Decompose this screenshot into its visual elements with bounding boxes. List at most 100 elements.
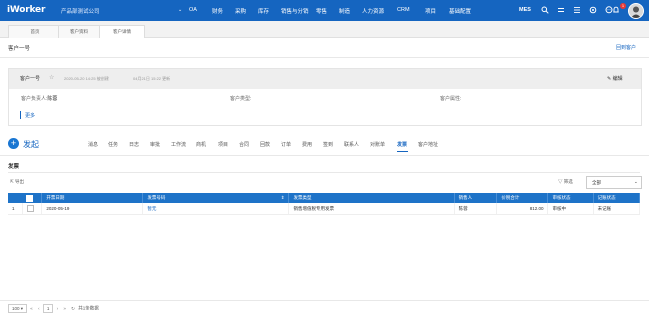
tab-customer-list[interactable]: 客户资料	[58, 25, 100, 38]
subtab-opportunity[interactable]: 商机	[196, 141, 206, 148]
filter-label: 筛选	[563, 179, 573, 184]
export-label: 导出	[15, 179, 25, 184]
add-button[interactable]: +	[8, 138, 19, 149]
header-index	[8, 193, 22, 203]
nav-item-sales[interactable]: 销售与分销	[281, 7, 316, 15]
tab-home[interactable]: 首页	[8, 25, 62, 38]
nav-item-purchase[interactable]: 采购	[235, 7, 258, 15]
edit-button[interactable]: ✎ 编辑	[607, 75, 623, 82]
header-date[interactable]: 开票日期	[41, 193, 144, 203]
row-checkbox[interactable]	[26, 205, 34, 212]
subtab-message[interactable]: 消息	[88, 141, 98, 148]
status-select[interactable]: 全部 ⌄	[586, 176, 642, 189]
pagination: 100 ▾ « ‹ 1 › » ↻ 共1条数据	[8, 304, 99, 313]
back-to-customers-link[interactable]: 回到客户	[616, 44, 636, 51]
filter-button[interactable]: ▽ 筛选	[558, 179, 573, 185]
app-logo[interactable]: iWorker	[7, 5, 45, 15]
section-title: 发票	[8, 164, 20, 170]
subtab-order[interactable]: 订单	[281, 141, 291, 148]
subtab-checkin[interactable]: 签到	[323, 141, 333, 148]
top-navigation-bar: iWorker 产品部测试公司 ⌄ OA 财务 采购 库存 销售与分销 零售 制…	[0, 0, 649, 21]
subtab-address[interactable]: 客户地址	[418, 141, 438, 148]
list-icon[interactable]	[573, 6, 581, 14]
chevron-down-icon: ⌄	[634, 179, 638, 184]
last-page-icon[interactable]: »	[63, 306, 66, 311]
header-audit[interactable]: 审核状态	[547, 193, 594, 203]
nav-item-oa[interactable]: OA	[189, 7, 212, 15]
edit-label: 编辑	[612, 76, 623, 82]
more-link[interactable]: 更多	[25, 112, 35, 119]
table-row[interactable]: 1 2020-05-19 暂无 销售增值税专用发票 陈蓉 812.00 审核中 …	[8, 203, 641, 215]
nav-item-project[interactable]: 项目	[425, 7, 449, 15]
subtab-log[interactable]: 日志	[129, 141, 139, 148]
page-size-select[interactable]: 100 ▾	[8, 304, 28, 313]
page-tab-strip: 首页 客户资料 客户详情	[0, 21, 649, 38]
subtab-payment[interactable]: 回款	[260, 141, 270, 148]
subtab-statement[interactable]: 对账单	[370, 141, 385, 148]
subtab-workflow[interactable]: 工作流	[171, 141, 186, 148]
footer-divider	[0, 300, 649, 301]
section-divider	[8, 172, 640, 173]
page-title: 客户一号	[8, 46, 31, 52]
page-number-input[interactable]: 1	[42, 304, 54, 313]
field-type-label: 客户类型:	[230, 96, 252, 102]
nav-item-finance[interactable]: 财务	[212, 7, 235, 15]
header-number[interactable]: 发票号码 ⇕	[142, 193, 290, 203]
company-name[interactable]: 产品部测试公司	[61, 7, 100, 15]
nav-item-retail[interactable]: 零售	[316, 7, 339, 15]
header-total[interactable]: 价税合计	[496, 193, 549, 203]
field-owner: 客户负责人:陈蓉	[21, 95, 57, 102]
export-button[interactable]: ⇱ 导出	[10, 179, 24, 185]
nav-item-base-config[interactable]: 基础配置	[449, 7, 481, 15]
menu-icon[interactable]	[557, 6, 565, 14]
field-owner-label: 客户负责人:	[21, 96, 48, 102]
subtab-contact[interactable]: 联系人	[344, 141, 359, 148]
subtab-invoice[interactable]: 发票	[397, 141, 407, 148]
user-avatar[interactable]	[628, 3, 644, 19]
table-header-row: 开票日期 发票号码 ⇕ 发票类型 销售人 价税合计 审核状态 记账状态	[8, 193, 641, 203]
notification-count-badge: 1	[620, 3, 626, 9]
more-indicator-bar	[20, 111, 21, 119]
refresh-icon[interactable]: ↻	[71, 306, 75, 312]
header-seller[interactable]: 销售人	[454, 193, 498, 203]
customer-name: 客户一号	[20, 76, 41, 82]
star-icon[interactable]: ☆	[49, 74, 54, 81]
field-attribute: 客户属性:	[440, 95, 461, 102]
subtab-expense[interactable]: 费用	[302, 141, 312, 148]
updated-timestamp: 04月21日 15:22 更新	[133, 76, 171, 81]
cell-number[interactable]: 暂无	[142, 203, 290, 215]
cell-type: 销售增值税专用发票	[288, 203, 455, 215]
company-dropdown-icon[interactable]: ⌄	[178, 7, 182, 13]
row-select[interactable]	[22, 203, 43, 215]
nav-item-inventory[interactable]: 库存	[258, 7, 281, 15]
subtab-task[interactable]: 任务	[108, 141, 118, 148]
header-select-all[interactable]	[22, 193, 43, 203]
cell-date: 2020-05-19	[41, 203, 144, 215]
select-all-checkbox[interactable]	[26, 194, 34, 202]
search-icon[interactable]	[541, 6, 549, 14]
cell-seller: 陈蓉	[454, 203, 498, 215]
subtab-approval[interactable]: 审批	[150, 141, 160, 148]
sort-icon[interactable]: ⇕	[281, 195, 285, 201]
nav-item-manufacturing[interactable]: 制造	[339, 7, 362, 15]
header-number-label: 发票号码	[147, 195, 166, 200]
status-select-value: 全部	[592, 180, 601, 185]
prev-page-icon[interactable]: ‹	[38, 306, 40, 311]
nav-item-hr[interactable]: 人力资源	[362, 7, 397, 15]
nav-item-crm[interactable]: CRM	[397, 7, 425, 15]
first-page-icon[interactable]: «	[30, 306, 33, 311]
subtab-contract[interactable]: 合同	[239, 141, 249, 148]
header-divider	[0, 57, 649, 58]
mes-link[interactable]: MES	[519, 7, 531, 13]
header-type[interactable]: 发票类型	[288, 193, 455, 203]
subtab-project[interactable]: 项目	[218, 141, 228, 148]
tab-customer-detail[interactable]: 客户详情	[99, 25, 145, 38]
cell-audit: 审核中	[547, 203, 594, 215]
initiate-label[interactable]: 发起	[23, 139, 39, 150]
next-page-icon[interactable]: ›	[57, 306, 59, 311]
header-booking[interactable]: 记账状态	[593, 193, 641, 203]
customer-info-card: 客户一号 ☆ 2020-05-20 14:25 被创建 04月21日 15:22…	[8, 68, 642, 126]
settings-gear-icon[interactable]	[589, 6, 597, 14]
bell-icon[interactable]	[612, 6, 620, 14]
cell-total: 812.00	[496, 203, 549, 215]
